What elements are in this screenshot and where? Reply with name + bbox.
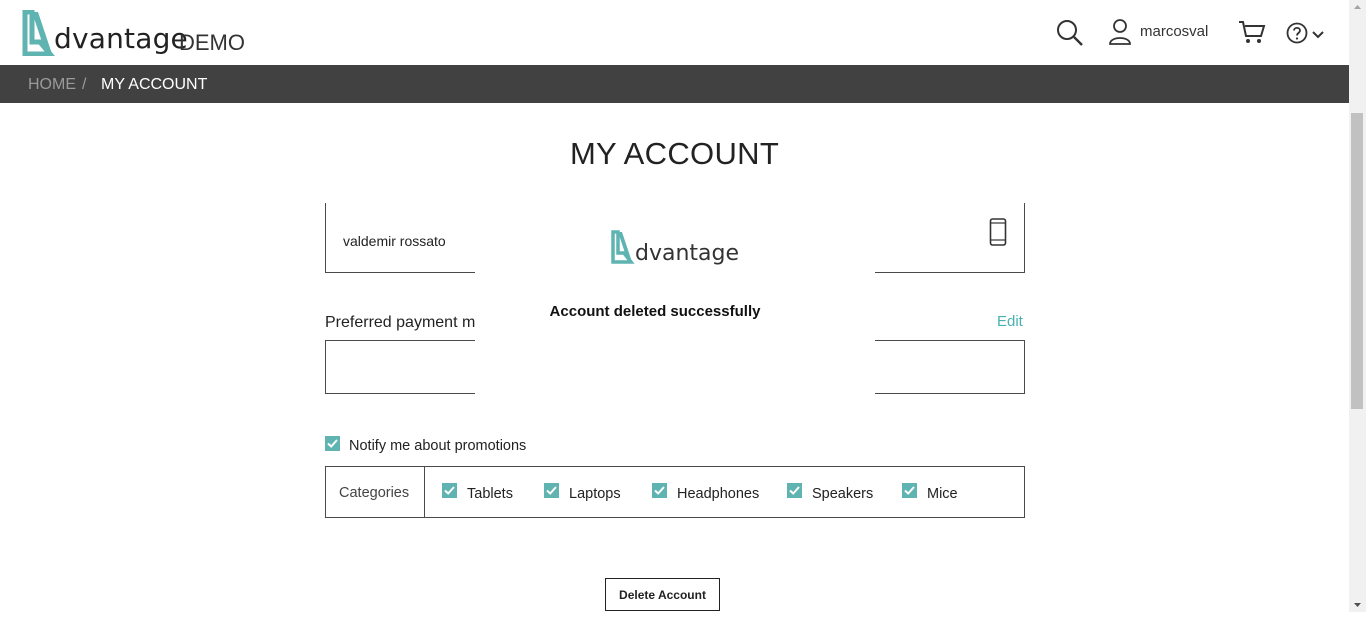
- checkmark-icon: [444, 486, 455, 495]
- category-headphones[interactable]: Headphones: [652, 483, 759, 503]
- page-title: MY ACCOUNT: [569, 136, 780, 171]
- category-checkbox[interactable]: [442, 483, 457, 498]
- notify-promotions-checkbox[interactable]: [325, 436, 340, 451]
- checkmark-icon: [904, 486, 915, 495]
- username-label[interactable]: marcosval: [1140, 23, 1208, 40]
- mobile-phone-icon: [989, 218, 1007, 251]
- category-label: Laptops: [569, 486, 621, 502]
- category-label: Speakers: [812, 486, 874, 502]
- modal-logo-mark-icon: [611, 230, 635, 264]
- category-label: Mice: [927, 486, 958, 502]
- scroll-thumb[interactable]: [1351, 113, 1363, 409]
- category-label: Headphones: [677, 486, 760, 502]
- category-tablets[interactable]: Tablets: [442, 483, 513, 503]
- search-icon[interactable]: [1056, 19, 1084, 52]
- category-checkbox[interactable]: [902, 483, 917, 498]
- help-icon[interactable]: [1286, 22, 1308, 49]
- scroll-down-arrow-icon[interactable]: [1349, 598, 1366, 612]
- edit-payment-link[interactable]: Edit: [997, 313, 1023, 330]
- category-label: Tablets: [467, 486, 513, 502]
- top-header: dvantage DEMO marcosval: [0, 0, 1349, 65]
- category-speakers[interactable]: Speakers: [787, 483, 873, 503]
- modal-message: Account deleted successfully: [549, 303, 761, 320]
- modal-logo-text: dvantage: [635, 241, 740, 266]
- breadcrumb-current: MY ACCOUNT: [101, 76, 208, 93]
- account-name: valdemir rossato: [343, 233, 446, 249]
- checkmark-icon: [546, 486, 557, 495]
- user-icon[interactable]: [1108, 18, 1132, 51]
- categories-label: Categories: [339, 485, 410, 501]
- category-checkbox[interactable]: [544, 483, 559, 498]
- categories-divider: [424, 467, 425, 517]
- breadcrumb-home-link[interactable]: HOME: [28, 76, 76, 94]
- logo-text: dvantage: [54, 22, 188, 55]
- breadcrumb-separator: /: [82, 76, 87, 93]
- vertical-scrollbar[interactable]: [1349, 0, 1366, 612]
- checkmark-icon: [327, 439, 338, 448]
- preferred-payment-label: Preferred payment m: [325, 314, 476, 331]
- notify-promotions-label: Notify me about promotions: [349, 438, 527, 454]
- category-mice[interactable]: Mice: [902, 483, 958, 503]
- chevron-down-icon[interactable]: [1312, 27, 1324, 45]
- category-checkbox[interactable]: [787, 483, 802, 498]
- account-deleted-dialog: dvantage Account deleted successfully: [475, 203, 875, 433]
- category-laptops[interactable]: Laptops: [544, 483, 621, 503]
- logo-demo-text: DEMO: [179, 30, 245, 55]
- checkmark-icon: [654, 486, 665, 495]
- delete-account-button[interactable]: Delete Account: [605, 578, 720, 611]
- checkmark-icon: [789, 486, 800, 495]
- logo-mark-icon: [22, 10, 55, 56]
- category-checkbox[interactable]: [652, 483, 667, 498]
- categories-box: Categories Tablets Laptops Headphones Sp…: [325, 466, 1025, 518]
- breadcrumb: HOME / MY ACCOUNT: [0, 65, 1349, 103]
- scroll-up-arrow-icon[interactable]: [1349, 0, 1366, 14]
- cart-icon[interactable]: [1238, 19, 1266, 50]
